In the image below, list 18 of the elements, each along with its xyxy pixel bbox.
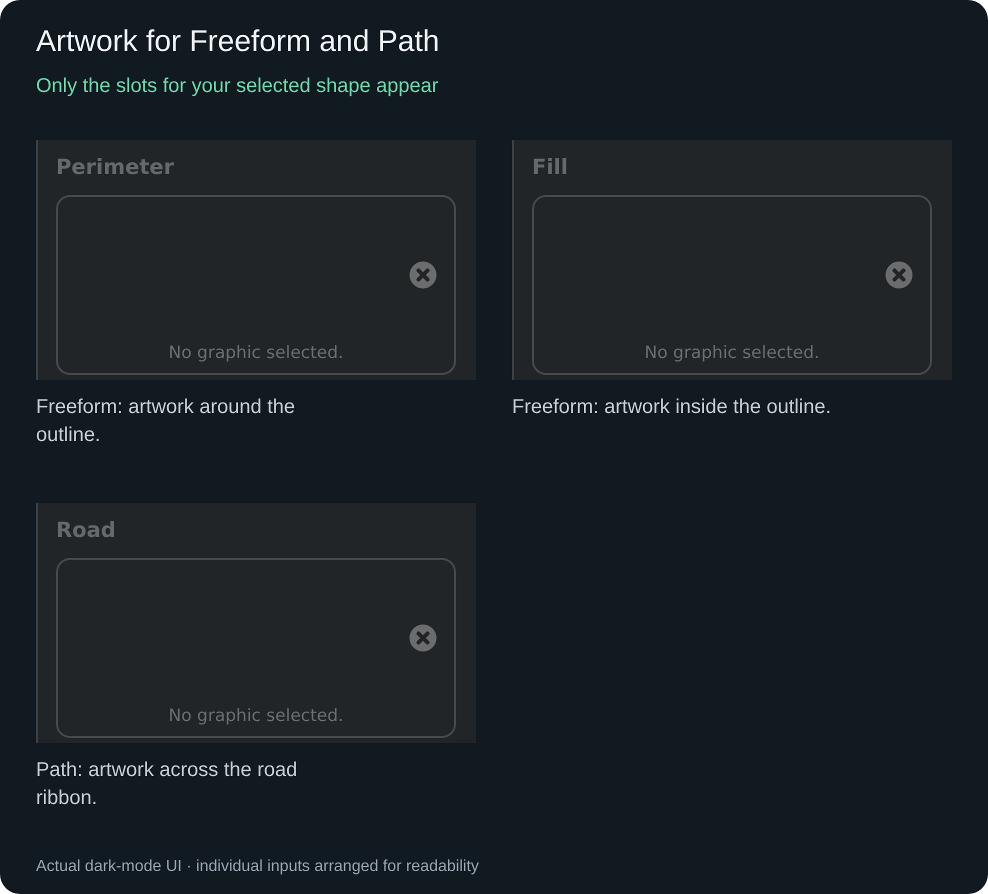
empty-message: No graphic selected.	[644, 343, 820, 363]
graphic-dropzone[interactable]: No graphic selected.	[56, 558, 456, 738]
empty-message: No graphic selected.	[168, 343, 344, 363]
graphic-dropzone[interactable]: No graphic selected.	[532, 195, 932, 375]
panel-title: Artwork for Freeform and Path	[36, 24, 440, 60]
slot-label: Perimeter	[56, 154, 174, 181]
empty-message: No graphic selected.	[168, 706, 344, 726]
slot-caption: Freeform: artwork inside the outline.	[512, 395, 832, 420]
clear-icon[interactable]	[885, 261, 913, 289]
footer-note: Actual dark-mode UI · individual inputs arranged for readability	[36, 858, 479, 876]
slot-label: Fill	[532, 154, 568, 181]
slot-caption: Freeform: artwork around the outline.	[36, 395, 296, 448]
clear-icon[interactable]	[409, 261, 437, 289]
slot-label: Road	[56, 517, 116, 544]
clear-icon[interactable]	[409, 624, 437, 652]
panel-subtitle: Only the slots for your selected shape appear	[36, 75, 438, 98]
slot-caption: Path: artwork across the road ribbon.	[36, 758, 298, 811]
graphic-dropzone[interactable]: No graphic selected.	[56, 195, 456, 375]
